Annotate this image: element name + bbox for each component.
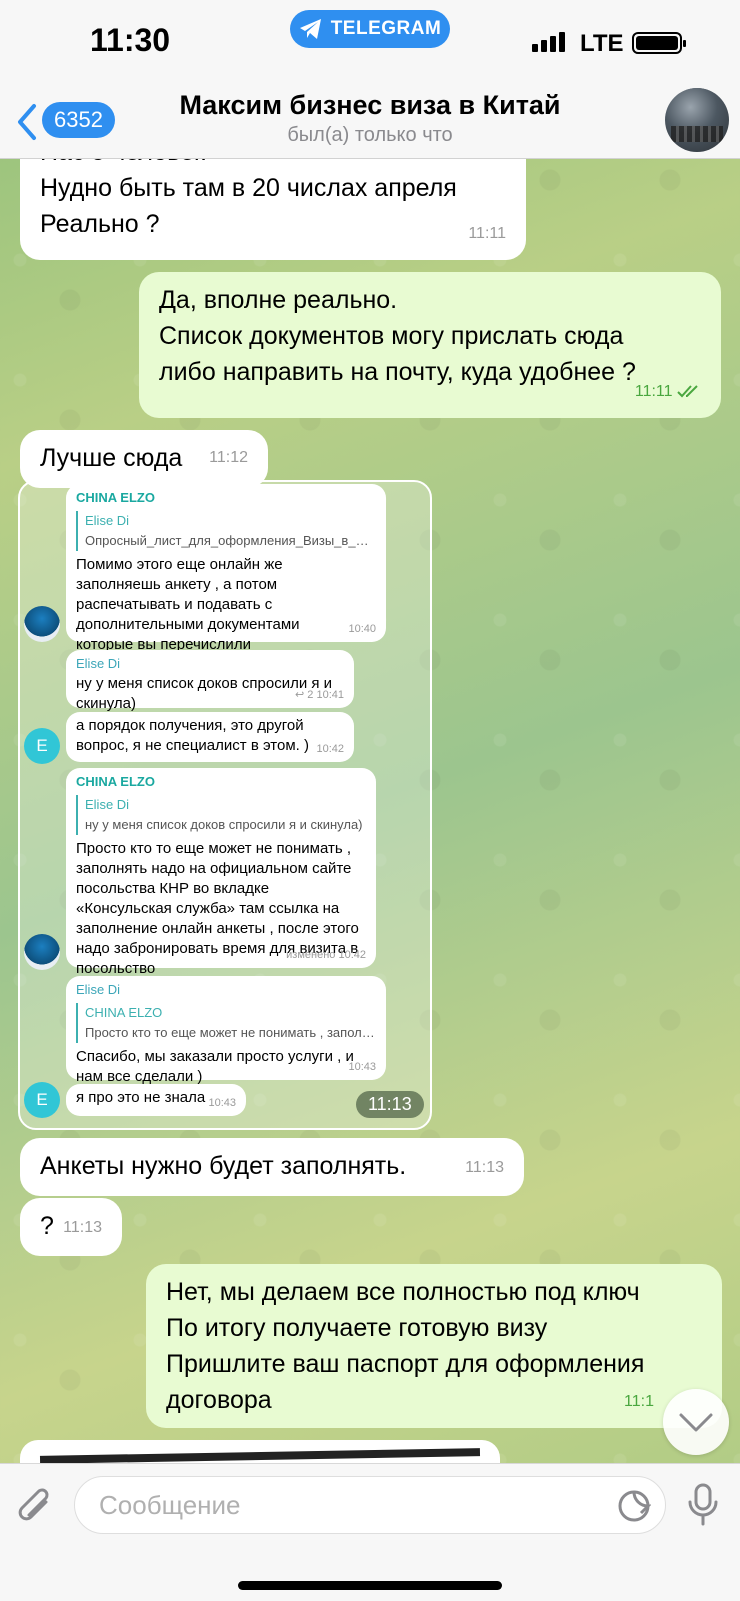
forwarded-text: Помимо этого еще онлайн же заполняешь ан… — [76, 556, 300, 653]
forwarded-message: Elise Di CHINA ELZO Просто кто то еще мо… — [66, 976, 386, 1085]
sticker-icon[interactable] — [617, 1489, 651, 1523]
forwarded-message: я про это не знала 10:43 — [66, 1084, 246, 1116]
reply-quote: Elise Di ну у меня список доков спросили… — [76, 795, 366, 835]
incoming-message[interactable]: Анкеты нужно будет заполнять. 11:13 — [20, 1138, 524, 1196]
message-time: 11:1 — [624, 1393, 654, 1410]
quote-text: Опросный_лист_для_оформления_Визы_в_Ки..… — [85, 533, 376, 548]
telegram-pill[interactable]: TELEGRAM — [290, 10, 450, 48]
message-time: 11:13 — [63, 1219, 102, 1236]
attachment-image — [39, 1448, 481, 1464]
forwarded-time: 10:43 — [348, 1061, 376, 1073]
sender-avatar: E — [24, 728, 60, 764]
outgoing-message[interactable]: Да, вполне реально. Список документов мо… — [139, 272, 721, 418]
reply-count: 2 — [307, 689, 314, 701]
quote-name: Elise Di — [85, 797, 130, 812]
message-time: 11:12 — [209, 449, 248, 466]
forwarded-message: CHINA ELZO Elise Di ну у меня список док… — [66, 768, 376, 977]
forwarded-message: CHINA ELZO Elise Di Опросный_лист_для_оф… — [66, 484, 386, 653]
forwarded-screenshot[interactable]: CHINA ELZO Elise Di Опросный_лист_для_оф… — [18, 480, 432, 1130]
reply-arrow-icon: ↩ — [295, 689, 305, 701]
forwarded-time: 10:40 — [348, 623, 376, 635]
forwarded-text: а порядок получения, это другой вопрос, … — [76, 717, 309, 754]
quote-text: ну у меня список доков спросили я и скин… — [85, 817, 363, 832]
read-check-icon — [677, 385, 698, 398]
forwarded-time-text: 10:41 — [316, 689, 344, 701]
chat-header-overlay: 6352 Максим бизнес виза в Китай был(а) т… — [0, 88, 740, 158]
forwarded-time: ↩ 2 10:41 — [295, 685, 344, 705]
forwarded-text: Спасибо, мы заказали просто услуги , и н… — [76, 1048, 354, 1085]
message-time: 11:13 — [465, 1159, 504, 1176]
microphone-icon[interactable] — [684, 1482, 724, 1528]
sender-avatar — [24, 934, 60, 970]
network-type: LTE — [580, 30, 624, 57]
sender-avatar: E — [24, 1082, 60, 1118]
reply-quote: Elise Di Опросный_лист_для_оформления_Ви… — [76, 511, 376, 551]
contact-avatar[interactable] — [665, 88, 729, 152]
sender-name: CHINA ELZO — [76, 774, 155, 789]
chevron-down-icon — [679, 1413, 713, 1432]
quote-name: CHINA ELZO — [85, 1005, 163, 1020]
home-indicator — [238, 1581, 502, 1590]
forwarded-message: Elise Di ну у меня список доков спросили… — [66, 650, 354, 712]
chat-title[interactable]: Максим бизнес виза в Китай — [0, 90, 740, 121]
forwarded-time: 10:42 — [316, 743, 344, 755]
message-input[interactable] — [97, 1489, 581, 1522]
sender-avatar — [24, 606, 60, 642]
quote-name: Elise Di — [85, 513, 130, 528]
message-field[interactable] — [74, 1476, 666, 1534]
forwarded-message: а порядок получения, это другой вопрос, … — [66, 712, 354, 762]
message-time: 11:11 — [468, 225, 506, 242]
forwarded-time: изменено 10:42 — [286, 949, 366, 961]
telegram-icon — [299, 19, 321, 39]
message-text: Лучше сюда — [40, 444, 183, 472]
status-time: 11:30 — [90, 22, 171, 58]
forwarded-time-chip: 11:13 — [356, 1091, 424, 1118]
sender-name: CHINA ELZO — [76, 490, 155, 505]
message-time: 11:11 — [635, 374, 701, 410]
incoming-message[interactable]: ? 11:13 — [20, 1198, 122, 1256]
outgoing-message[interactable]: Нет, мы делаем все полностью под ключ По… — [146, 1264, 722, 1428]
reply-quote: CHINA ELZO Просто кто то еще может не по… — [76, 1003, 376, 1043]
message-time-text: 11:11 — [634, 383, 673, 400]
message-text: Нет, мы делаем все полностью под ключ По… — [166, 1278, 645, 1414]
telegram-pill-label: TELEGRAM — [330, 18, 442, 39]
quote-text: Просто кто то еще может не понимать , за… — [85, 1025, 376, 1040]
signal-icon — [532, 32, 565, 52]
message-text: Да, вполне реально. Список документов мо… — [159, 286, 636, 386]
chat-status: был(а) только что — [287, 124, 453, 146]
battery-icon — [632, 32, 686, 54]
forwarded-time: 10:43 — [208, 1097, 236, 1109]
status-bar: 11:30 TELEGRAM LTE — [0, 0, 740, 90]
message-text: Анкеты нужно будет заполнять. — [40, 1152, 407, 1180]
forwarded-text: я про это не знала — [76, 1089, 206, 1106]
sender-name: Elise Di — [76, 982, 121, 997]
message-text: ? — [40, 1212, 54, 1240]
sender-name: Elise Di — [76, 656, 121, 671]
scroll-down-button[interactable] — [663, 1389, 729, 1455]
attach-icon[interactable] — [16, 1486, 56, 1528]
